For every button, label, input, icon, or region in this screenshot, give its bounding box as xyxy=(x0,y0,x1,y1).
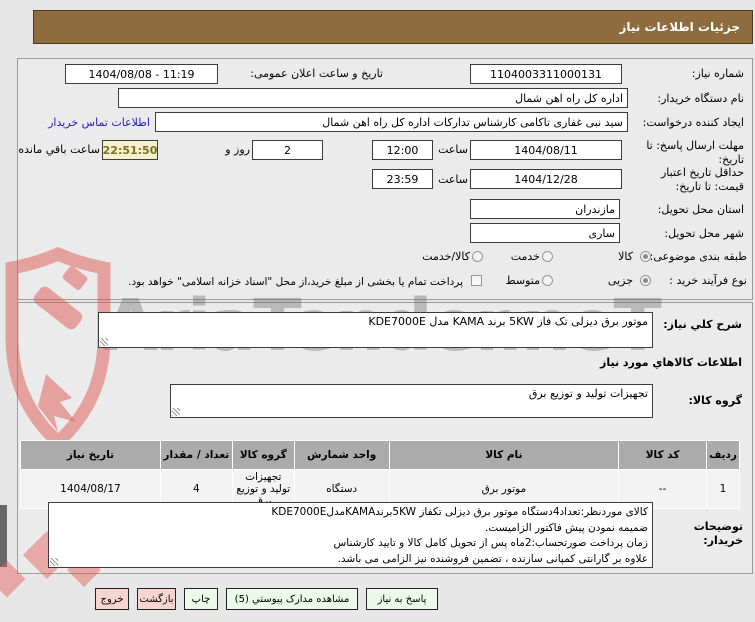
radio-minor[interactable] xyxy=(640,275,651,286)
col-row-number: ردیف xyxy=(706,440,740,470)
buyer-org-field[interactable]: اداره کل راه اهن شمال xyxy=(118,88,628,108)
radio-goods-label: کالا xyxy=(618,250,633,263)
response-deadline-date-field[interactable]: 1404/08/11 xyxy=(470,140,622,160)
need-details-page: AriaTender.neT جزئیات اطلاعات نیاز شماره… xyxy=(0,0,755,622)
delivery-city-label: شهر محل تحویل: xyxy=(664,227,744,240)
need-number-field[interactable]: 1104003311000131 xyxy=(470,64,622,84)
radio-goods[interactable] xyxy=(640,251,651,262)
remaining-time-label: ساعت باقي مانده xyxy=(18,143,100,156)
goods-table-header-row: ردیف کد کالا نام کالا واحد شمارش گروه کا… xyxy=(20,440,740,470)
need-number-label: شماره نیاز: xyxy=(691,67,744,80)
price-validity-date-field[interactable]: 1404/12/28 xyxy=(470,169,622,189)
col-need-date: تاریخ نیاز xyxy=(20,440,161,470)
remaining-days-field[interactable]: 2 xyxy=(252,140,323,160)
col-group: گروه کالا xyxy=(231,440,295,470)
goods-group-label: گروه کالا: xyxy=(688,394,742,407)
back-button[interactable]: بازگشت xyxy=(137,588,176,610)
watermark-dark-bar xyxy=(0,505,7,567)
treasury-documents-checkbox[interactable] xyxy=(471,275,482,286)
response-deadline-label: مهلت ارسال پاسخ: تا تاریخ: xyxy=(646,139,744,166)
col-item-code: کد کالا xyxy=(618,440,708,470)
radio-service[interactable] xyxy=(542,251,553,262)
cell-row-number: 1 xyxy=(706,469,740,509)
radio-service-label: خدمت xyxy=(510,250,540,263)
need-description-textarea[interactable]: موتور برق دیزلی تک فاز 5KW برند KAMA مدل… xyxy=(98,312,653,348)
col-unit: واحد شمارش xyxy=(293,440,390,470)
remaining-days-label: روز و xyxy=(225,143,250,156)
radio-goods-service-label: کالا/خدمت xyxy=(422,250,470,263)
requester-label: ایجاد کننده درخواست: xyxy=(642,116,744,129)
goods-table: ردیف کد کالا نام کالا واحد شمارش گروه کا… xyxy=(20,440,740,509)
buyer-org-label: نام دستگاه خریدار: xyxy=(657,92,744,105)
deadline-hour-label: ساعت xyxy=(438,143,468,156)
goods-group-textarea[interactable]: تجهیزات تولید و توزیع برق xyxy=(170,384,653,418)
need-description-label: شرح کلي نیاز: xyxy=(663,318,742,331)
delivery-city-field[interactable]: ساری xyxy=(470,223,620,243)
announce-datetime-field[interactable]: 1404/08/08 - 11:19 xyxy=(65,64,218,84)
validity-hour-label: ساعت xyxy=(438,173,468,186)
buyer-notes-textarea[interactable]: کالای موردنظر:تعداد4دستگاه موتور برق دیز… xyxy=(48,502,653,568)
purchase-process-label: نوع فرآیند خرید : xyxy=(669,274,747,287)
remaining-time-field: 22:51:50 xyxy=(102,140,158,160)
buyer-notes-label: توضیحات خریدار: xyxy=(693,520,743,547)
radio-medium-label: متوسط xyxy=(505,274,540,287)
radio-medium[interactable] xyxy=(542,275,553,286)
announce-datetime-label: تاریخ و ساعت اعلان عمومی: xyxy=(250,67,383,80)
goods-info-section-title: اطلاعات کالاهاي مورد نیاز xyxy=(600,356,742,369)
buyer-contact-link[interactable]: اطلاعات تماس خریدار xyxy=(48,116,150,129)
requester-field[interactable]: سید نبی غفاری تاکامی کارشناس تدارکات ادا… xyxy=(155,112,628,132)
price-validity-label: حداقل تاریخ اعتبار قیمت: تا تاریخ: xyxy=(660,166,744,193)
view-attached-documents-button[interactable]: مشاهده مدارک پیوستي (5) xyxy=(226,588,358,610)
radio-goods-service[interactable] xyxy=(472,251,483,262)
subject-classification-label: طبقه بندی موضوعی: xyxy=(649,250,747,263)
exit-button[interactable]: خروج xyxy=(95,588,129,610)
radio-minor-label: جزیی xyxy=(607,274,633,287)
respond-to-need-button[interactable]: پاسخ به نیاز xyxy=(366,588,438,610)
response-deadline-time-field[interactable]: 12:00 xyxy=(372,140,433,160)
col-item-name: نام کالا xyxy=(388,440,620,470)
treasury-documents-checkbox-label: پرداخت تمام یا بخشی از مبلغ خرید،از محل … xyxy=(128,276,463,288)
delivery-province-label: استان محل تحویل: xyxy=(657,203,744,216)
col-quantity: تعداد / مقدار xyxy=(159,440,233,470)
delivery-province-field[interactable]: مازندران xyxy=(470,199,620,219)
price-validity-time-field[interactable]: 23:59 xyxy=(372,169,433,189)
page-title: جزئیات اطلاعات نیاز xyxy=(33,10,753,44)
print-button[interactable]: چاپ xyxy=(184,588,218,610)
